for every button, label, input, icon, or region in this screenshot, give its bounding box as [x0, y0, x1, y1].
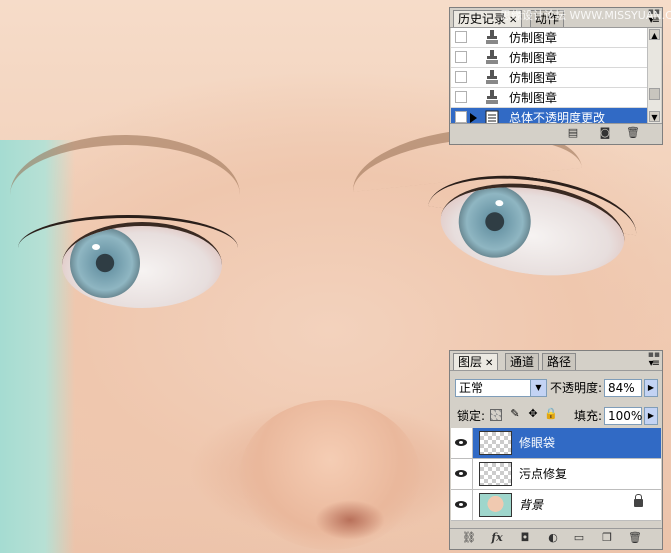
- lock-transparency-icon[interactable]: [490, 409, 502, 421]
- history-state-label: 仿制图章: [509, 71, 558, 85]
- history-state-label: 仿制图章: [509, 51, 558, 65]
- lock-all-icon[interactable]: 🔒: [544, 407, 558, 421]
- tab-channels[interactable]: 通道: [505, 353, 540, 370]
- tab-layers-label: 图层: [458, 355, 483, 369]
- tab-layers[interactable]: 图层 ✕: [453, 353, 499, 370]
- layer-row[interactable]: 污点修复: [451, 459, 661, 490]
- adjustment-layer-icon[interactable]: ◐: [546, 532, 560, 544]
- fill-slider-button[interactable]: ▶: [644, 407, 658, 425]
- new-group-icon[interactable]: ▭: [572, 532, 586, 544]
- fill-label: 填充:: [574, 409, 603, 423]
- panel-menu-icon[interactable]: ▾≡: [649, 358, 660, 369]
- history-state[interactable]: 仿制图章: [451, 88, 649, 108]
- add-mask-icon[interactable]: ◘: [518, 532, 532, 544]
- nostril: [315, 500, 385, 540]
- layer-name[interactable]: 修眼袋: [519, 435, 555, 451]
- scroll-up-icon[interactable]: ▲: [649, 29, 660, 40]
- clone-stamp-icon: [486, 90, 498, 104]
- tab-channels-label: 通道: [510, 355, 535, 369]
- close-icon[interactable]: ✕: [485, 358, 493, 369]
- fx-icon[interactable]: fx: [490, 532, 504, 544]
- tab-history-label: 历史记录: [458, 12, 507, 26]
- clone-stamp-icon: [486, 70, 498, 84]
- history-state-label: 仿制图章: [509, 91, 558, 105]
- opacity-label: 不透明度:: [550, 381, 603, 395]
- eye-icon: [455, 501, 467, 508]
- layer-visibility-toggle[interactable]: [451, 459, 473, 489]
- layers-footer: ⛓ fx ◘ ◐ ▭ ❐ 🗑: [450, 528, 662, 549]
- layer-thumbnail: [479, 493, 512, 517]
- tab-paths-label: 路径: [547, 355, 572, 369]
- layer-visibility-toggle[interactable]: [451, 428, 473, 458]
- history-scrollbar[interactable]: ▲ ▼: [647, 28, 661, 123]
- fill-input[interactable]: 100%: [604, 407, 642, 425]
- layer-visibility-toggle[interactable]: [451, 490, 473, 520]
- opacity-input[interactable]: 84%: [604, 379, 642, 397]
- new-snapshot-icon[interactable]: ◙: [598, 127, 612, 139]
- watermark-text: 思缘设计论坛 WWW.MISSYUAN.COM: [500, 9, 671, 22]
- history-state[interactable]: 仿制图章: [451, 28, 649, 48]
- layers-panel: 图层 ✕ 通道 路径 ▪▪ ▾≡ 正常 ▼ 不透明度: 84% ▶ 锁定: ✎ ✥…: [449, 350, 663, 550]
- lock-label: 锁定:: [457, 409, 486, 423]
- tab-paths[interactable]: 路径: [542, 353, 577, 370]
- history-source-checkbox[interactable]: [455, 91, 467, 103]
- history-state-label: 仿制图章: [509, 31, 558, 45]
- history-source-checkbox[interactable]: [455, 71, 467, 83]
- layer-row-selected[interactable]: 修眼袋: [451, 428, 661, 459]
- blend-mode-value: 正常: [459, 381, 484, 395]
- layer-name[interactable]: 污点修复: [519, 466, 567, 482]
- scroll-down-icon[interactable]: ▼: [649, 111, 660, 122]
- left-eye: [62, 222, 222, 308]
- scroll-thumb[interactable]: [649, 88, 660, 100]
- lock-pixels-icon[interactable]: ✎: [508, 407, 522, 421]
- blend-mode-select[interactable]: 正常 ▼: [455, 379, 547, 397]
- delete-layer-icon[interactable]: 🗑: [628, 532, 642, 544]
- layer-thumbnail: [479, 431, 512, 455]
- history-footer: ▤ ◙ 🗑: [450, 123, 662, 144]
- history-source-checkbox[interactable]: [455, 51, 467, 63]
- history-state-pointer-icon: [470, 113, 477, 123]
- lock-icon: [634, 494, 643, 507]
- layer-name[interactable]: 背景: [519, 497, 543, 513]
- eye-icon: [455, 439, 467, 446]
- lock-position-icon[interactable]: ✥: [526, 407, 540, 421]
- history-state[interactable]: 仿制图章: [451, 68, 649, 88]
- layers-tabbar: 图层 ✕ 通道 路径 ▪▪ ▾≡: [450, 350, 662, 371]
- teal-background: [0, 140, 75, 553]
- layer-row-background[interactable]: 背景: [451, 490, 661, 521]
- right-iris: [454, 181, 536, 263]
- left-eye-highlight: [92, 244, 100, 250]
- new-layer-icon[interactable]: ❐: [600, 532, 614, 544]
- delete-state-icon[interactable]: 🗑: [626, 127, 640, 139]
- clone-stamp-icon: [486, 50, 498, 64]
- chevron-down-icon[interactable]: ▼: [530, 380, 546, 396]
- link-layers-icon[interactable]: ⛓: [462, 532, 476, 544]
- history-source-checkbox[interactable]: [455, 31, 467, 43]
- eye-icon: [455, 470, 467, 477]
- layer-thumbnail: [479, 462, 512, 486]
- opacity-slider-button[interactable]: ▶: [644, 379, 658, 397]
- history-state[interactable]: 仿制图章: [451, 48, 649, 68]
- history-source-checkbox[interactable]: [455, 111, 467, 123]
- left-iris: [70, 228, 140, 298]
- clone-stamp-icon: [486, 30, 498, 44]
- new-document-from-state-icon[interactable]: ▤: [566, 127, 580, 139]
- history-panel: 历史记录 ✕ 动作 ▪▪ ▾≡ 仿制图章 仿制图章 仿制图章 仿制图章 总体不透明…: [449, 7, 663, 145]
